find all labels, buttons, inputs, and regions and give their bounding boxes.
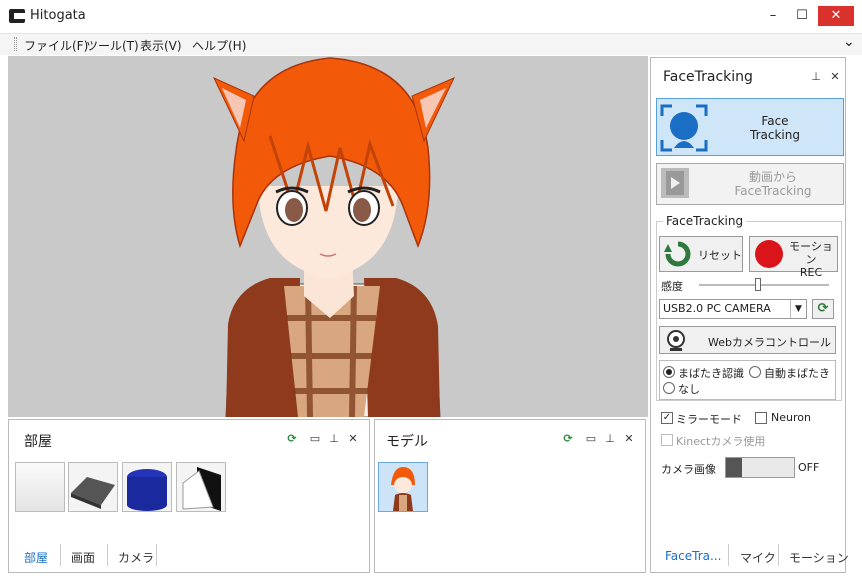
tab-camera[interactable]: カメラ bbox=[118, 549, 154, 566]
room-restore-icon[interactable]: ▭ bbox=[309, 433, 321, 445]
menu-file[interactable]: ファイル(F) bbox=[24, 37, 88, 54]
menu-tools[interactable]: ツール(T) bbox=[86, 37, 139, 54]
menu-help[interactable]: ヘルプ(H) bbox=[192, 37, 246, 54]
avatar-character-image bbox=[8, 56, 648, 417]
tab-room[interactable]: 部屋 bbox=[24, 549, 48, 566]
camera-select-value: USB2.0 PC CAMERA bbox=[663, 302, 771, 315]
maximize-button[interactable]: ☐ bbox=[789, 6, 815, 26]
model-thumb-selected[interactable] bbox=[378, 462, 428, 512]
tab-facetracking[interactable]: FaceTra... bbox=[665, 549, 721, 563]
model-refresh-icon[interactable]: ⟳ bbox=[562, 433, 574, 445]
facetracking-group-title: FaceTracking bbox=[663, 214, 747, 228]
record-icon bbox=[755, 240, 783, 268]
window-title: Hitogata bbox=[30, 8, 86, 23]
chevron-down-icon[interactable]: ▼ bbox=[790, 300, 806, 318]
face-target-icon bbox=[660, 104, 708, 152]
room-thumb-blue[interactable] bbox=[122, 462, 172, 512]
tab-mic[interactable]: マイク bbox=[740, 549, 776, 566]
blink-detect-radio[interactable] bbox=[663, 366, 675, 378]
app-logo-icon bbox=[9, 9, 25, 23]
reset-icon bbox=[664, 241, 691, 267]
blink-detect-label: まばたき認識 bbox=[678, 367, 744, 380]
facetracking-pin-icon[interactable]: ⊥ bbox=[810, 71, 822, 83]
sensitivity-label: 感度 bbox=[661, 280, 683, 293]
camera-refresh-icon[interactable]: ⟳ bbox=[812, 299, 834, 319]
tab-divider bbox=[728, 544, 729, 566]
facetracking-panel-title: FaceTracking bbox=[663, 69, 753, 85]
facetracking-close-icon[interactable]: ✕ bbox=[829, 71, 841, 83]
camera-image-label: カメラ画像 bbox=[661, 463, 716, 476]
close-window-button[interactable]: ✕ bbox=[818, 6, 854, 26]
model-pin-icon[interactable]: ⊥ bbox=[604, 433, 616, 445]
reset-label: リセット bbox=[698, 249, 742, 262]
room-refresh-icon[interactable]: ⟳ bbox=[286, 433, 298, 445]
tab-divider bbox=[107, 544, 108, 566]
mirror-mode-checkbox[interactable]: ✓ bbox=[661, 412, 673, 424]
kinect-label: Kinectカメラ使用 bbox=[676, 435, 766, 448]
motion-rec-label: モーション REC bbox=[789, 240, 833, 279]
room-thumb-carpet[interactable] bbox=[68, 462, 118, 512]
minimize-button[interactable]: – bbox=[760, 6, 786, 26]
room-panel-title: 部屋 bbox=[24, 434, 52, 450]
room-close-icon[interactable]: ✕ bbox=[347, 433, 359, 445]
model-panel-title: モデル bbox=[386, 434, 428, 450]
camera-image-toggle-state: OFF bbox=[798, 461, 820, 474]
menu-view[interactable]: 表示(V) bbox=[140, 37, 182, 54]
neuron-label: Neuron bbox=[771, 411, 811, 424]
no-blink-label: なし bbox=[678, 383, 700, 396]
no-blink-radio[interactable] bbox=[663, 382, 675, 394]
tab-divider bbox=[778, 544, 779, 566]
room-thumb-plain[interactable] bbox=[15, 462, 65, 512]
film-icon bbox=[661, 168, 689, 198]
tab-screen[interactable]: 画面 bbox=[71, 549, 95, 566]
mirror-mode-label: ミラーモード bbox=[676, 413, 742, 426]
webcam-icon bbox=[667, 330, 685, 351]
sensitivity-slider-thumb[interactable] bbox=[754, 278, 761, 291]
title-bar bbox=[0, 0, 862, 32]
face-tracking-button-label: Face Tracking bbox=[750, 114, 800, 142]
tab-motion[interactable]: モーション bbox=[789, 549, 849, 566]
room-pin-icon[interactable]: ⊥ bbox=[328, 433, 340, 445]
webcam-control-label: Webカメラコントロール bbox=[708, 336, 831, 349]
kinect-checkbox[interactable] bbox=[661, 434, 673, 446]
sensitivity-slider-track[interactable] bbox=[699, 284, 829, 286]
tab-divider bbox=[156, 544, 157, 566]
menu-overflow-icon[interactable]: ⌄ bbox=[843, 34, 855, 50]
auto-blink-radio[interactable] bbox=[749, 366, 761, 378]
video-facetracking-label: 動画から FaceTracking bbox=[734, 170, 812, 198]
room-thumb-screen[interactable] bbox=[176, 462, 226, 512]
tab-divider bbox=[60, 544, 61, 566]
camera-image-toggle[interactable] bbox=[725, 457, 795, 478]
avatar-viewport[interactable] bbox=[8, 56, 648, 417]
model-restore-icon[interactable]: ▭ bbox=[585, 433, 597, 445]
model-close-icon[interactable]: ✕ bbox=[623, 433, 635, 445]
neuron-checkbox[interactable] bbox=[755, 412, 767, 424]
menu-grip[interactable] bbox=[14, 37, 17, 51]
auto-blink-label: 自動まばたき bbox=[764, 367, 830, 380]
